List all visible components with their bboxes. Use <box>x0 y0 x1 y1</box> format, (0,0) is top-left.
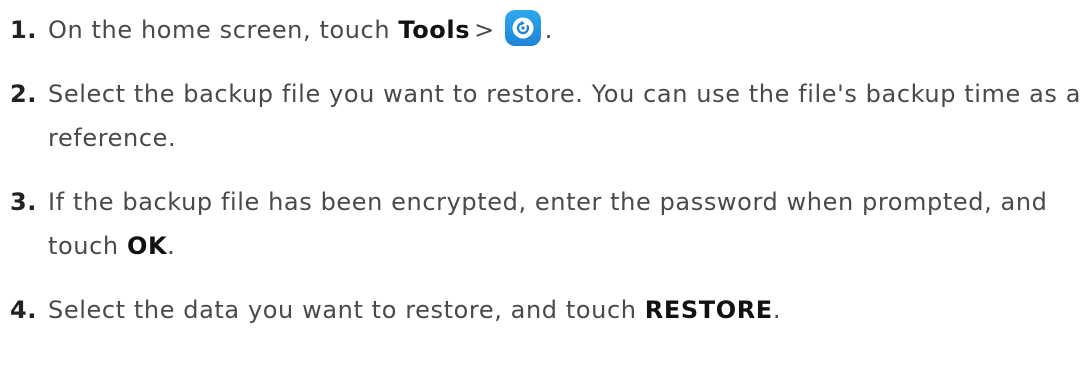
step-3: 3. If the backup file has been encrypted… <box>10 180 1091 268</box>
backup-restore-icon <box>504 10 541 46</box>
restore-label: RESTORE <box>644 296 773 324</box>
step-text: If the backup file has been encrypted, e… <box>48 180 1088 268</box>
step-number: 1. <box>10 16 38 44</box>
step-text: Select the data you want to restore, and… <box>48 288 1088 332</box>
step-2: 2. Select the backup file you want to re… <box>10 72 1091 160</box>
step-4: 4. Select the data you want to restore, … <box>10 288 1091 332</box>
separator-arrow: > <box>474 16 495 44</box>
ok-label: OK <box>126 232 168 260</box>
step-1: 1. On the home screen, touch Tools > . <box>10 8 1091 52</box>
step-number: 4. <box>10 296 38 324</box>
step-text-after: . <box>544 16 554 44</box>
tools-label: Tools <box>398 16 471 44</box>
instruction-list: 1. On the home screen, touch Tools > . 2.… <box>0 0 1091 370</box>
step-text-before: On the home screen, touch <box>48 16 399 44</box>
step-text-after: . <box>167 232 176 260</box>
step-number: 3. <box>10 188 38 216</box>
step-text: Select the backup file you want to resto… <box>48 80 1082 152</box>
step-text-after: . <box>772 296 782 324</box>
step-text-before: Select the data you want to restore, and… <box>48 296 645 324</box>
step-text-before: If the backup file has been encrypted, e… <box>48 188 1048 260</box>
step-text: On the home screen, touch Tools > . <box>48 8 1088 52</box>
step-number: 2. <box>10 80 38 108</box>
